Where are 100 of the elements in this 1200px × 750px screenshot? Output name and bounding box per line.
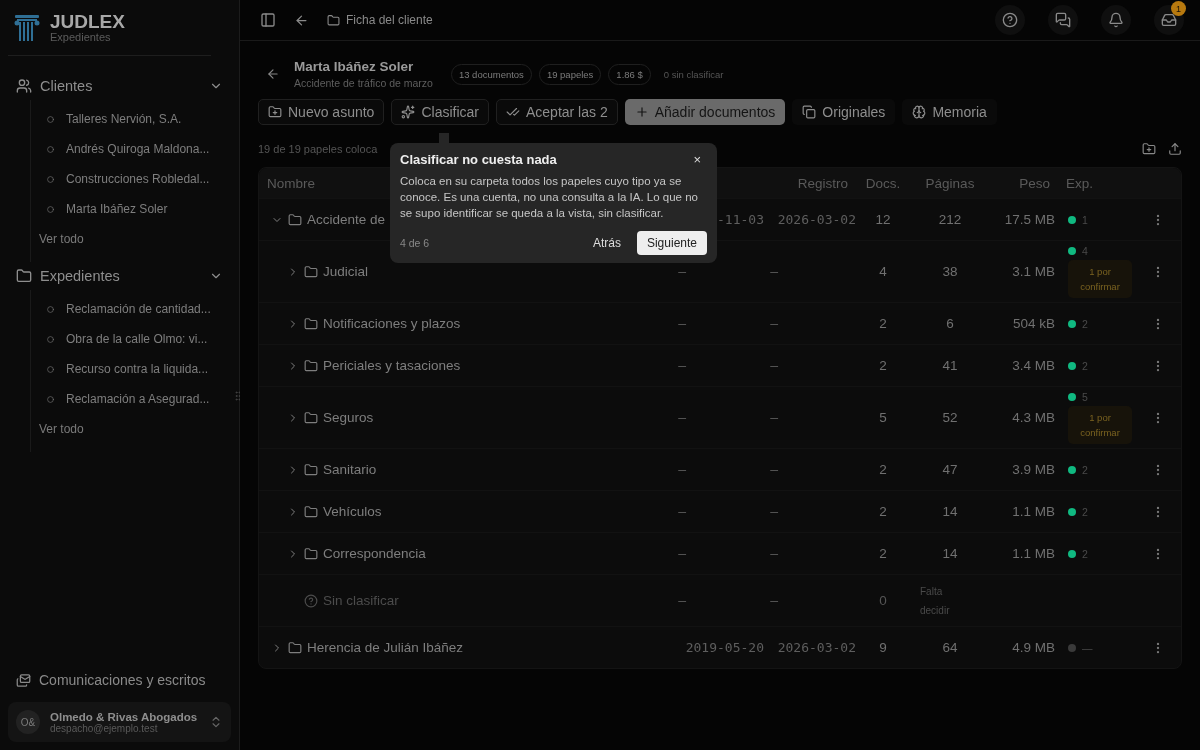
expediente-count: 2 <box>1082 505 1088 518</box>
row-name[interactable]: Periciales y tasaciones <box>323 358 461 373</box>
date-cell-text: — <box>677 358 687 373</box>
pages-cell-text: 14 <box>941 504 959 519</box>
sidebar-link[interactable]: Comunicaciones y escritos <box>39 672 206 688</box>
breadcrumb[interactable]: Ficha del cliente <box>346 13 433 27</box>
row-name[interactable]: Judicial <box>323 264 369 279</box>
sidebar-item[interactable]: Recurso contra la liquida... <box>66 362 209 376</box>
see-all-link[interactable]: Ver todo <box>31 414 231 444</box>
column-header: Registro <box>796 175 849 191</box>
docs-cell-text: 12 <box>874 212 892 227</box>
client-name: Marta Ibáñez Soler <box>294 59 415 74</box>
bullet-icon <box>47 305 54 313</box>
size-cell-text: 1.1 MB <box>1011 504 1056 519</box>
account-switcher[interactable]: O& Olmedo & Rivas Abogados despacho@ejemplo.test <box>8 702 231 742</box>
back-button[interactable]: Atrás <box>584 231 629 255</box>
step-counter: 4 de 6 <box>400 237 431 249</box>
row-name[interactable]: Vehículos <box>323 504 382 519</box>
folder-icon <box>288 212 302 227</box>
size-cell-text: 1.1 MB <box>1011 546 1056 561</box>
next-button[interactable]: Siguiente <box>636 231 707 255</box>
date-cell-text: — <box>677 264 687 279</box>
column-header: Nombre <box>266 175 316 191</box>
date-cell-text: — <box>677 504 687 519</box>
toolbar-button[interactable]: Añadir documentos <box>624 99 786 125</box>
folder-icon <box>304 264 318 279</box>
docs-cell-text: 2 <box>878 546 888 561</box>
expediente-count: 5 <box>1082 391 1088 403</box>
question-icon <box>304 593 318 608</box>
registro-cell-text: — <box>769 462 779 477</box>
toolbar-button[interactable]: Memoria <box>902 99 997 125</box>
pages-cell-text: 41 <box>941 358 959 373</box>
sidebar-toggle-icon[interactable] <box>260 12 276 28</box>
avatar: O& <box>16 710 40 734</box>
row-name[interactable]: Sanitario <box>323 462 377 477</box>
sidebar-item[interactable]: Construcciones Robledal... <box>66 172 210 186</box>
date-cell-text: — <box>677 593 687 608</box>
sidebar-item[interactable]: Reclamación de cantidad... <box>66 302 211 316</box>
size-cell-text: 504 kB <box>1011 316 1056 331</box>
row-name[interactable]: Herencia de Julián Ibáñez <box>307 640 464 655</box>
folder-icon <box>304 358 318 373</box>
back-icon[interactable] <box>266 67 280 81</box>
matter-subtitle: Accidente de tráfico de marzo <box>294 77 433 89</box>
sparkles-icon <box>401 105 416 119</box>
folder-icon <box>304 546 318 561</box>
docs-cell-text: 2 <box>878 504 888 519</box>
column-header: Exp. <box>1065 175 1094 191</box>
sidebar-item[interactable]: Reclamación a Asegurad... <box>66 392 210 406</box>
pending-badge: 1 por confirmar <box>1068 406 1132 444</box>
pages-cell-text: 212 <box>937 212 963 227</box>
row-name[interactable]: Notificaciones y plazos <box>323 316 461 331</box>
registro-cell-text: — <box>769 504 779 519</box>
sidebar-item[interactable]: Marta Ibáñez Soler <box>66 202 168 216</box>
status-text: 19 de 19 papeles coloca <box>258 143 379 155</box>
notifications-button[interactable] <box>1101 5 1131 35</box>
help-icon <box>1002 12 1018 28</box>
pending-badge: 1 por confirmar <box>1068 260 1132 298</box>
folder-icon <box>288 640 302 655</box>
sidebar-item[interactable]: Andrés Quiroga Maldona... <box>66 142 210 156</box>
registro-cell-text: — <box>769 410 779 425</box>
help-button[interactable] <box>995 5 1025 35</box>
toolbar-button[interactable]: Nuevo asunto <box>258 99 385 125</box>
registro-cell-text: — <box>769 316 779 331</box>
registro-cell-text: — <box>769 546 779 561</box>
upload-icon[interactable] <box>1168 142 1182 156</box>
pillar-logo-icon <box>14 13 40 42</box>
expediente-count: 2 <box>1082 463 1088 476</box>
registro-cell-text: — <box>769 358 779 373</box>
folder-icon <box>304 504 318 519</box>
row-name[interactable]: Seguros <box>323 410 374 425</box>
registro-cell-text: — <box>769 593 779 608</box>
size-cell-text: 3.4 MB <box>1011 358 1056 373</box>
back-icon[interactable] <box>294 12 309 28</box>
bullet-icon <box>47 335 54 343</box>
registro-cell-text: 2026-03-02 <box>776 640 856 655</box>
messages-button[interactable] <box>1048 5 1078 35</box>
bullet-icon <box>47 365 54 373</box>
toolbar-button[interactable]: Clasificar <box>391 99 489 125</box>
row-name[interactable]: Correspondencia <box>323 546 426 561</box>
sidebar-section[interactable]: Clientes <box>40 78 201 94</box>
chat-bubbles-icon <box>1055 12 1071 28</box>
toolbar-button[interactable]: Originales <box>792 99 896 125</box>
see-all-link[interactable]: Ver todo <box>31 224 231 254</box>
sidebar-item[interactable]: Talleres Nervión, S.A. <box>66 112 182 126</box>
popover-title: Clasificar no cuesta nada <box>400 152 557 167</box>
pages-cell-text: 64 <box>941 640 959 655</box>
folder-icon <box>304 316 318 331</box>
unclassified-note: 0 sin clasificar <box>663 68 724 80</box>
toolbar-button[interactable]: Aceptar las 2 <box>496 99 618 125</box>
docs-cell-text: 2 <box>878 358 888 373</box>
sidebar-section[interactable]: Expedientes <box>40 268 201 284</box>
size-cell-text: 3.1 MB <box>1011 264 1056 279</box>
bullet-icon <box>47 205 54 213</box>
expediente-count: 2 <box>1082 359 1088 372</box>
close-button[interactable]: × <box>687 152 707 167</box>
sidebar-item[interactable]: Obra de la calle Olmo: vi... <box>66 332 208 346</box>
plus-icon <box>634 105 649 119</box>
folder-plus-icon[interactable] <box>1142 142 1156 156</box>
registro-cell-text: — <box>769 264 779 279</box>
row-name[interactable]: Accidente de <box>307 212 386 227</box>
